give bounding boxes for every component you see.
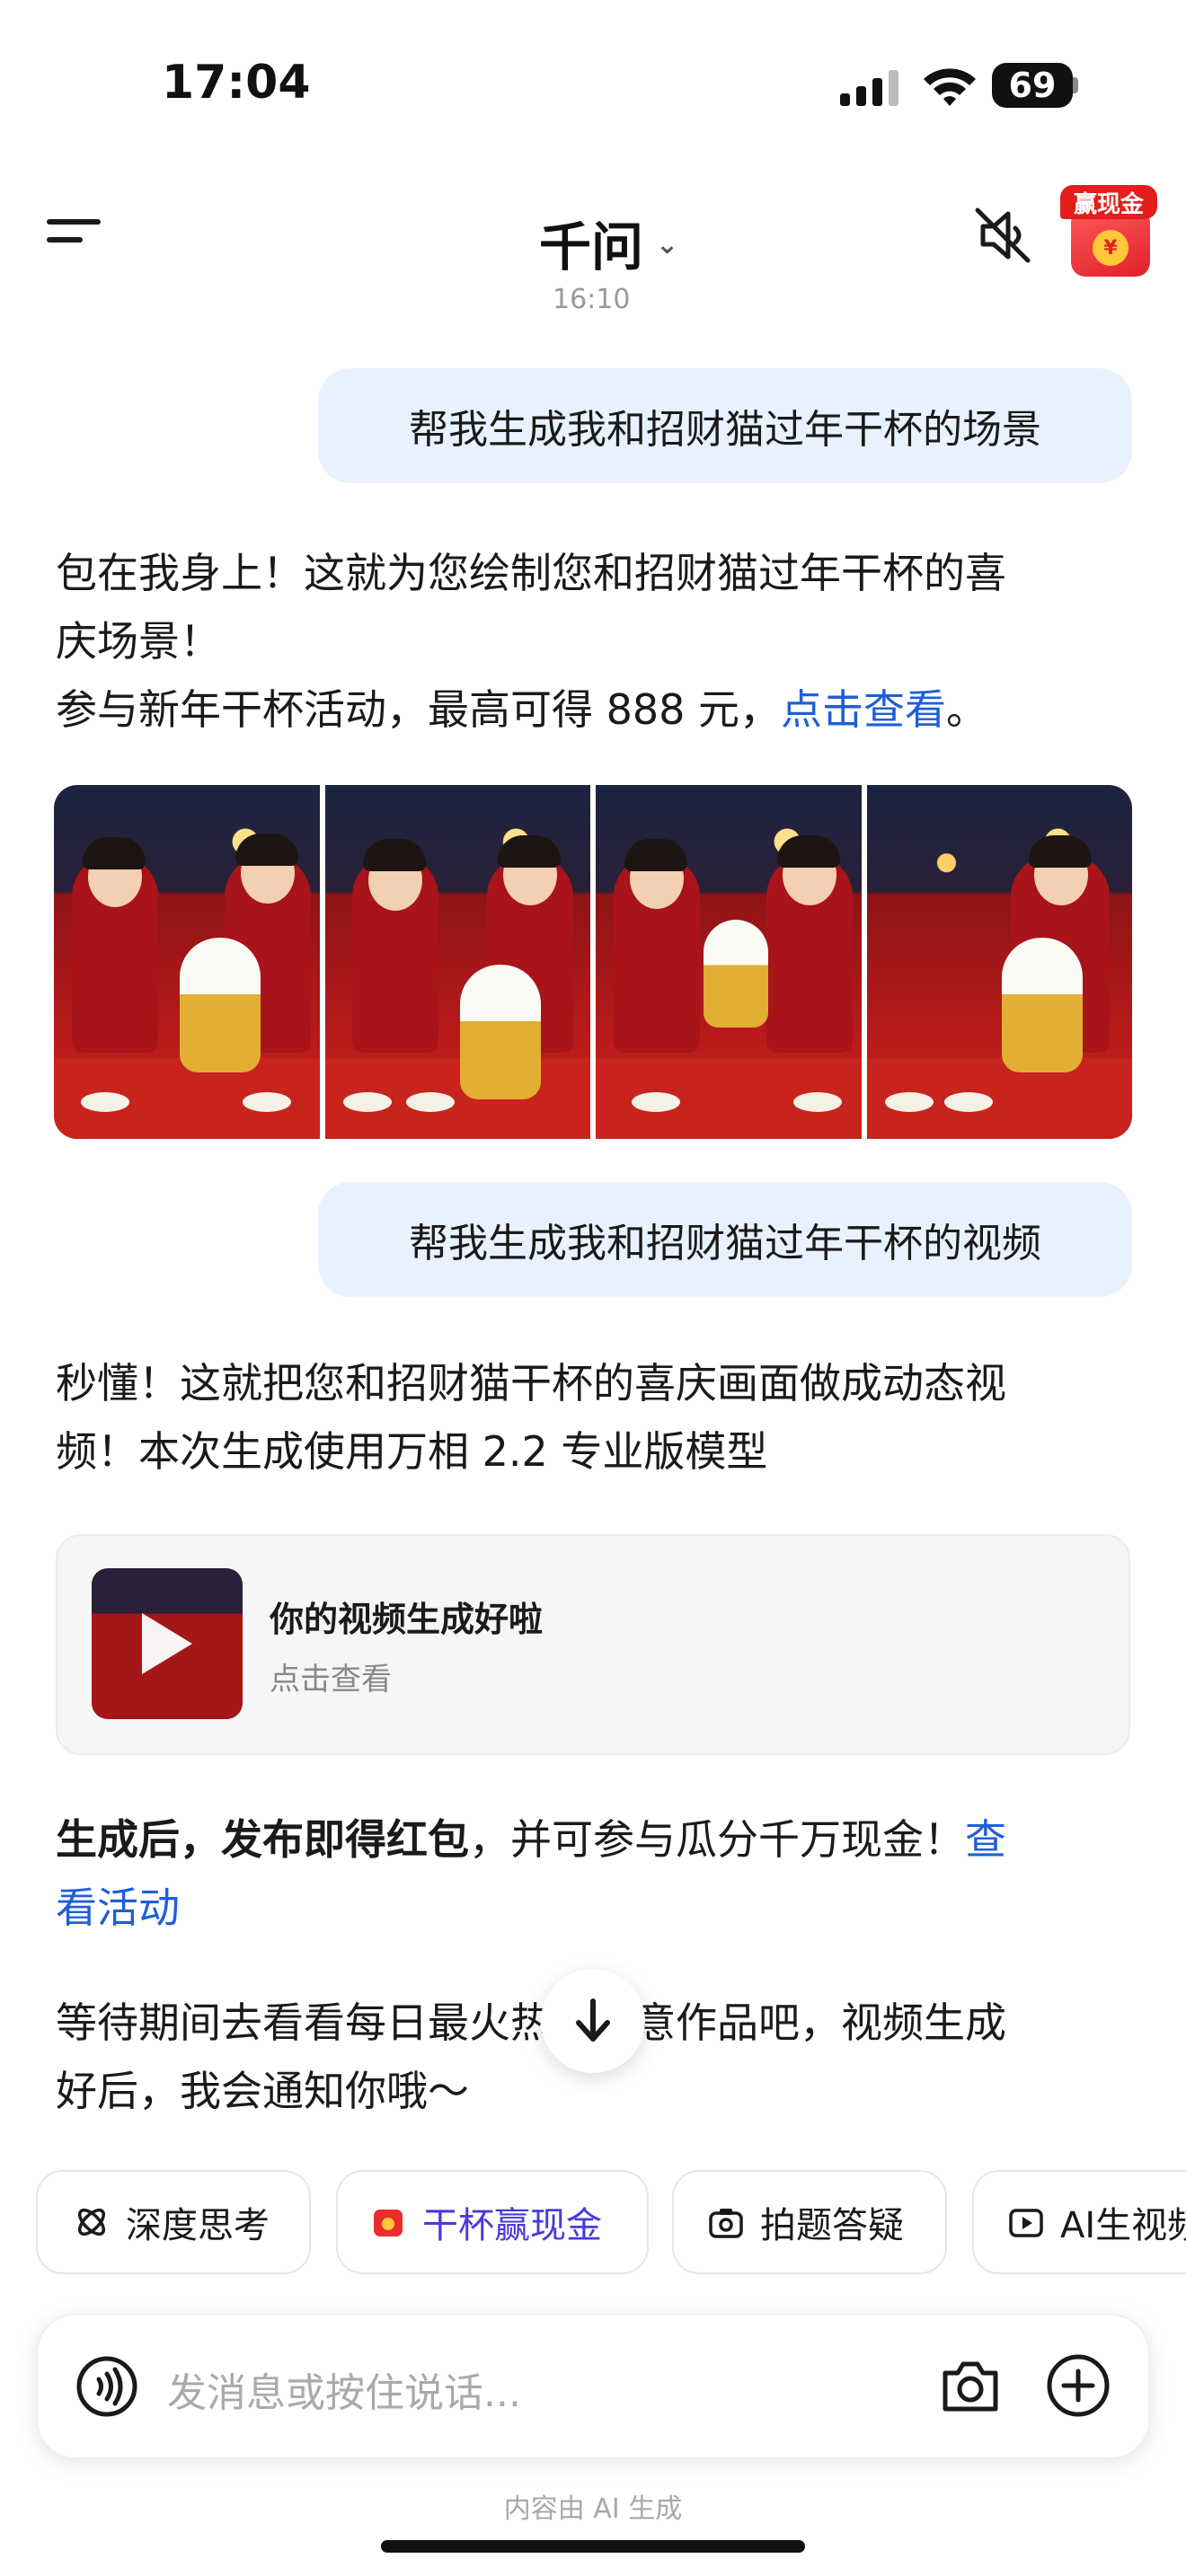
- generated-image[interactable]: [866, 785, 1132, 1139]
- view-activity-link[interactable]: 查: [965, 1815, 1006, 1864]
- reply-line: 庆场景！: [56, 617, 221, 666]
- reply-text: 。: [946, 685, 988, 734]
- generated-image[interactable]: [596, 785, 862, 1139]
- chip-label: 拍题答疑: [760, 2205, 904, 2246]
- camera-icon[interactable]: [938, 2355, 1003, 2418]
- cellular-signal-icon: [840, 70, 898, 106]
- chevron-down-icon: ⌄: [656, 228, 679, 260]
- generated-image-grid: [54, 785, 1132, 1139]
- promo-badge: 赢现金: [1060, 185, 1157, 219]
- waiting-line: 好后，我会通知你哦～: [56, 2067, 469, 2115]
- message-input-placeholder[interactable]: 发消息或按住说话...: [167, 2360, 521, 2418]
- reward-bold-text: 生成后，发布即得红包: [56, 1815, 469, 1864]
- app-title-switcher[interactable]: 千问 ⌄: [539, 205, 678, 280]
- speaker-muted-icon[interactable]: [970, 203, 1035, 268]
- user-message-bubble[interactable]: 帮我生成我和招财猫过年干杯的视频: [318, 1182, 1132, 1297]
- chip-label: 干杯赢现金: [422, 2205, 602, 2246]
- reward-text: ，并可参与瓜分千万现金！: [469, 1815, 965, 1864]
- menu-icon[interactable]: [47, 219, 104, 255]
- chip-deep-think[interactable]: 深度思考: [36, 2170, 311, 2274]
- assistant-reply-1: 包在我身上！这就为您绘制您和招财猫过年干杯的喜 庆场景！ 参与新年干杯活动，最高…: [56, 539, 1006, 744]
- deep-think-icon: [77, 2208, 106, 2236]
- view-activity-link[interactable]: 点击查看: [781, 685, 946, 734]
- chip-label: 深度思考: [126, 2205, 270, 2246]
- arrow-down-icon: [576, 1998, 610, 2042]
- chip-cheers-cash[interactable]: 干杯赢现金: [336, 2170, 649, 2274]
- status-time: 17:04: [162, 56, 311, 110]
- reply-text: 参与新年干杯活动，最高可得 888 元，: [56, 685, 782, 734]
- reward-notice: 生成后，发布即得红包，并可参与瓜分千万现金！查 看活动: [56, 1805, 1006, 1942]
- generated-image[interactable]: [324, 785, 590, 1139]
- red-envelope-icon: [374, 2210, 403, 2236]
- cash-reward-promo[interactable]: ¥ 赢现金: [1060, 185, 1157, 277]
- chip-ai-video[interactable]: AI生视频: [972, 2170, 1186, 2274]
- add-plus-icon[interactable]: [1046, 2353, 1111, 2418]
- view-activity-link[interactable]: 看活动: [56, 1883, 180, 1932]
- chip-photo-question[interactable]: 拍题答疑: [672, 2170, 947, 2274]
- battery-tip: [1073, 77, 1078, 93]
- play-icon: [142, 1613, 192, 1674]
- page-title: 千问: [539, 216, 644, 278]
- chip-label: AI生视频: [1060, 2205, 1186, 2246]
- reply-line: 频！本次生成使用万相 2.2 专业版模型: [56, 1427, 768, 1476]
- video-gen-icon: [1009, 2209, 1043, 2237]
- ai-disclaimer: 内容由 AI 生成: [503, 2493, 683, 2525]
- reward-line: 生成后，发布即得红包，并可参与瓜分千万现金！查: [56, 1805, 1006, 1874]
- camera-question-icon: [709, 2209, 743, 2238]
- video-thumbnail[interactable]: [92, 1568, 243, 1719]
- coin-icon: ¥: [1093, 230, 1128, 266]
- wifi-icon: [924, 68, 976, 106]
- video-card-subtitle: 点击查看: [270, 1662, 392, 1698]
- waiting-line: 等待期间去看看每日最火热的创意作品吧，视频生成: [56, 1998, 1006, 2047]
- voice-input-icon[interactable]: [75, 2355, 138, 2418]
- user-message-bubble[interactable]: 帮我生成我和招财猫过年干杯的场景: [318, 368, 1132, 483]
- scroll-to-bottom-button[interactable]: [541, 1969, 645, 2073]
- reply-line: 参与新年干杯活动，最高可得 888 元，点击查看。: [56, 675, 1006, 744]
- video-card-title: 你的视频生成好啦: [270, 1600, 544, 1639]
- waiting-notice: 等待期间去看看每日最火热的创意作品吧，视频生成 好后，我会通知你哦～: [56, 1989, 1006, 2125]
- user-message-text: 帮我生成我和招财猫过年干杯的场景: [409, 407, 1041, 453]
- reply-line: 包在我身上！这就为您绘制您和招财猫过年干杯的喜: [56, 549, 1006, 597]
- assistant-reply-2: 秒懂！这就把您和招财猫干杯的喜庆画面做成动态视 频！本次生成使用万相 2.2 专…: [56, 1349, 1006, 1486]
- generated-image[interactable]: [54, 785, 320, 1139]
- message-timestamp: 16:10: [553, 284, 631, 315]
- reply-line: 秒懂！这就把您和招财猫干杯的喜庆画面做成动态视: [56, 1359, 1006, 1407]
- battery-indicator: 69: [992, 63, 1073, 108]
- home-indicator[interactable]: [381, 2540, 805, 2553]
- user-message-text: 帮我生成我和招财猫过年干杯的视频: [409, 1221, 1041, 1266]
